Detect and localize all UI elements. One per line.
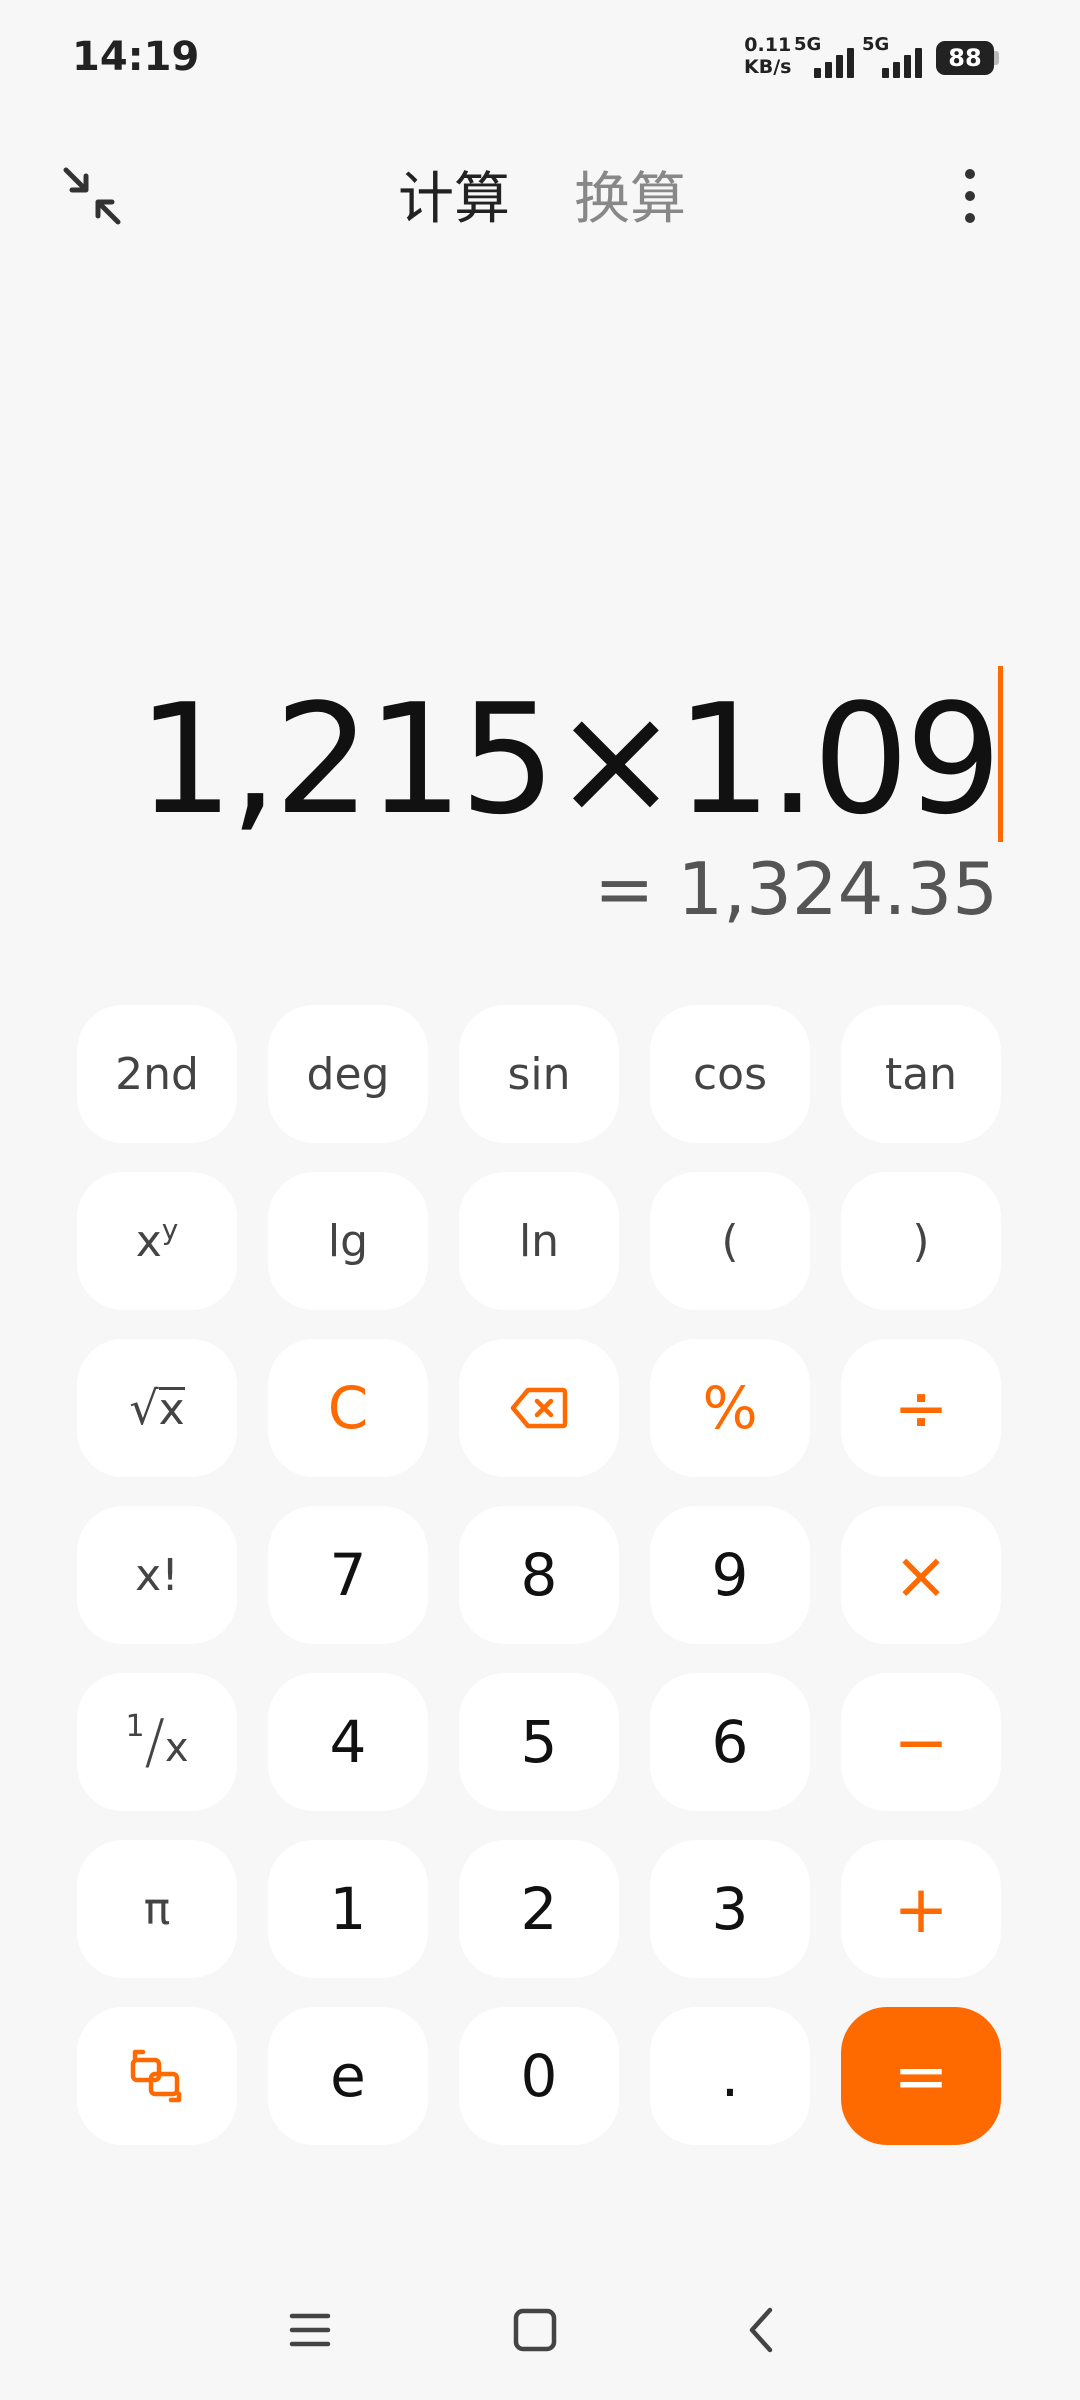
backspace-icon xyxy=(510,1387,568,1429)
battery-indicator: 88 xyxy=(936,41,994,75)
network-speed-unit: KB/s xyxy=(744,56,792,78)
key-decimal[interactable]: . xyxy=(650,2007,810,2145)
key-ln[interactable]: ln xyxy=(459,1172,619,1310)
key-factorial[interactable]: x! xyxy=(77,1506,237,1644)
sqrt-label: x xyxy=(158,1383,185,1435)
key-reciprocal[interactable]: 1/x xyxy=(77,1673,237,1811)
signal-bars-icon xyxy=(882,48,930,78)
sqrt-icon: √ xyxy=(129,1381,159,1435)
battery-cap xyxy=(994,51,999,65)
text-cursor xyxy=(998,666,1003,842)
key-clear[interactable]: C xyxy=(268,1339,428,1477)
key-open-paren[interactable]: ( xyxy=(650,1172,810,1310)
key-3[interactable]: 3 xyxy=(650,1840,810,1978)
key-2nd[interactable]: 2nd xyxy=(77,1005,237,1143)
key-backspace[interactable] xyxy=(459,1339,619,1477)
keypad: 2nd deg sin cos tan xy lg ln ( ) √ x C % … xyxy=(77,1005,1003,2145)
key-0[interactable]: 0 xyxy=(459,2007,619,2145)
reciprocal-numerator: 1 xyxy=(125,1708,145,1744)
network-speed-value: 0.11 xyxy=(744,34,792,56)
key-multiply[interactable]: × xyxy=(841,1506,1001,1644)
key-2[interactable]: 2 xyxy=(459,1840,619,1978)
key-minus[interactable]: − xyxy=(841,1673,1001,1811)
key-4[interactable]: 4 xyxy=(268,1673,428,1811)
network-speed: 0.11 KB/s xyxy=(744,34,791,78)
power-base: x xyxy=(135,1215,162,1267)
tab-calculate[interactable]: 计算 xyxy=(398,164,510,236)
back-icon[interactable] xyxy=(734,2302,790,2358)
key-percent[interactable]: % xyxy=(650,1339,810,1477)
key-plus[interactable]: + xyxy=(841,1840,1001,1978)
key-cos[interactable]: cos xyxy=(650,1005,810,1143)
key-switch-layout[interactable] xyxy=(77,2007,237,2145)
menu-icon[interactable] xyxy=(282,2302,338,2358)
key-divide[interactable]: ÷ xyxy=(841,1339,1001,1477)
header: 计算 换算 xyxy=(0,150,1080,250)
key-sin[interactable]: sin xyxy=(459,1005,619,1143)
key-equals[interactable]: = xyxy=(841,2007,1001,2145)
key-6[interactable]: 6 xyxy=(650,1673,810,1811)
expression-display[interactable]: 1,215×1.09 xyxy=(137,680,1002,840)
navigation-bar xyxy=(0,2290,1080,2370)
key-9[interactable]: 9 xyxy=(650,1506,810,1644)
key-close-paren[interactable]: ) xyxy=(841,1172,1001,1310)
collapse-arrows-icon[interactable] xyxy=(60,164,124,228)
signal-bars-icon xyxy=(814,48,862,78)
key-sqrt[interactable]: √ x xyxy=(77,1339,237,1477)
more-vertical-icon[interactable] xyxy=(950,164,990,228)
key-5[interactable]: 5 xyxy=(459,1673,619,1811)
fraction-slash-icon: / xyxy=(144,1707,165,1777)
key-7[interactable]: 7 xyxy=(268,1506,428,1644)
key-pi[interactable]: π xyxy=(77,1840,237,1978)
reciprocal-denominator: x xyxy=(164,1725,189,1771)
key-lg[interactable]: lg xyxy=(268,1172,428,1310)
switch-layout-icon xyxy=(130,2049,182,2103)
key-power[interactable]: xy xyxy=(77,1172,237,1310)
key-1[interactable]: 1 xyxy=(268,1840,428,1978)
key-tan[interactable]: tan xyxy=(841,1005,1001,1143)
tab-convert[interactable]: 换算 xyxy=(574,164,686,236)
result-preview: = 1,324.35 xyxy=(594,847,998,931)
status-bar: 14:19 0.11 KB/s 5G 5G 88 xyxy=(0,0,1080,118)
home-icon[interactable] xyxy=(507,2302,563,2358)
power-exponent: y xyxy=(161,1212,179,1246)
key-8[interactable]: 8 xyxy=(459,1506,619,1644)
key-deg[interactable]: deg xyxy=(268,1005,428,1143)
clock: 14:19 xyxy=(72,34,200,80)
key-e[interactable]: e xyxy=(268,2007,428,2145)
